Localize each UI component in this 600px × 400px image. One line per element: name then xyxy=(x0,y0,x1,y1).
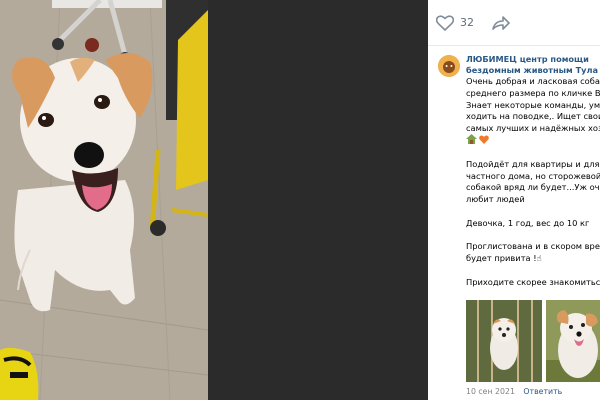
text-line: Девочка, 1 год, вес до 10 кг xyxy=(466,217,590,228)
like-count: 32 xyxy=(460,16,474,29)
text-line: собакой вряд ли будет...Уж очень xyxy=(466,182,600,193)
text-line: Подойдёт для квартиры и для xyxy=(466,158,600,169)
post: ЛЮБИМЕЦ центр помощи бездомным животным … xyxy=(428,46,600,289)
heart-icon[interactable] xyxy=(436,14,454,31)
photo-viewer xyxy=(0,0,428,400)
share-icon[interactable] xyxy=(492,15,510,30)
text-line: Проглистована и в скором времени xyxy=(466,241,600,252)
post-meta: 10 сен 2021 Ответить xyxy=(466,387,562,396)
text-line: Очень добрая и ласковая собачка xyxy=(466,76,600,86)
group-avatar[interactable] xyxy=(438,55,460,77)
reply-link[interactable]: Ответить xyxy=(523,387,562,396)
house-icon xyxy=(466,134,477,148)
emoji-row xyxy=(466,134,600,148)
text-line: любит людей xyxy=(466,194,525,205)
author-name[interactable]: ЛЮБИМЕЦ центр помощи бездомным животным … xyxy=(466,54,600,76)
text-line: будет привита !☝ xyxy=(466,253,542,264)
heart-emoji-icon xyxy=(479,135,489,148)
author-line-1: ЛЮБИМЕЦ центр помощи xyxy=(466,54,589,64)
actions-bar: 32 xyxy=(428,0,600,46)
thumbnail-2[interactable] xyxy=(546,300,600,382)
post-text: Очень добрая и ласковая собачка среднего… xyxy=(466,76,600,289)
author-line-2: бездомным животным Тула xyxy=(466,65,599,75)
text-line: ходить на поводке,. Ищет своих xyxy=(466,111,600,122)
text-line: самых лучших и надёжных хозяев xyxy=(466,123,600,134)
dog-photo[interactable] xyxy=(0,0,208,400)
thumbnail-1[interactable] xyxy=(466,300,542,382)
photo-thumbnails xyxy=(466,300,600,382)
text-line: частного дома, но сторожевой xyxy=(466,170,600,181)
post-date[interactable]: 10 сен 2021 xyxy=(466,387,515,396)
text-line: Знает некоторые команды, умеет xyxy=(466,99,600,110)
text-line: Приходите скорее знакомиться! xyxy=(466,276,600,287)
text-line: среднего размера по кличке Виви xyxy=(466,87,600,98)
